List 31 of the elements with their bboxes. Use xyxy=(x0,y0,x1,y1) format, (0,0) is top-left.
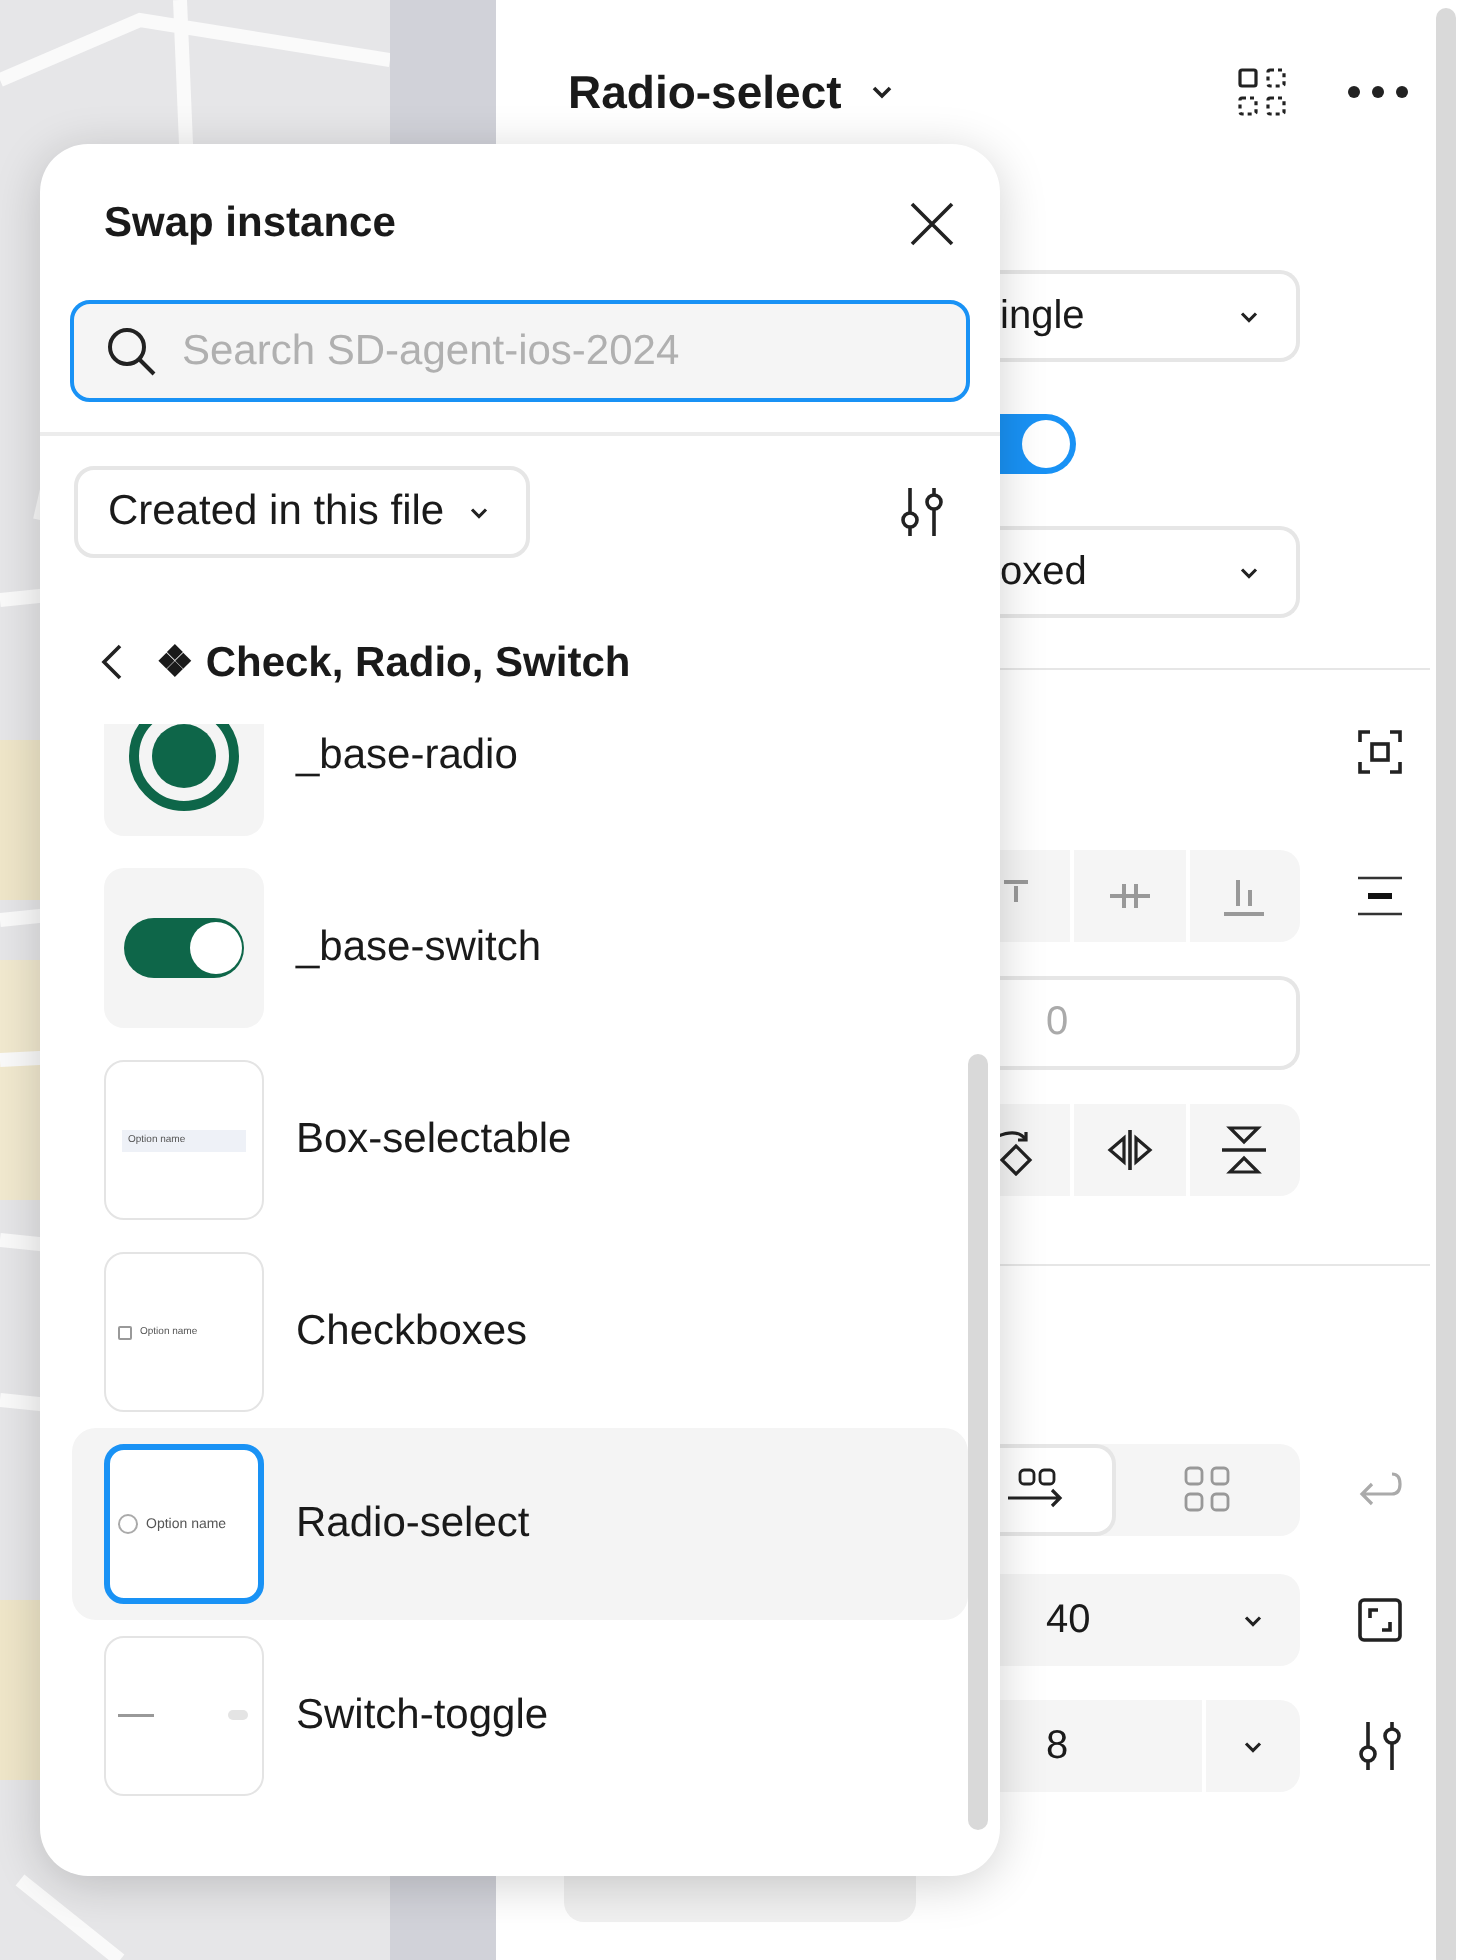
flip-horizontal-icon xyxy=(1103,1128,1156,1172)
align-bottom-button[interactable] xyxy=(1189,850,1300,942)
sliders-icon[interactable] xyxy=(896,486,948,538)
component-item[interactable]: _base-radio xyxy=(72,724,968,852)
flip-horizontal-button[interactable] xyxy=(1074,1104,1186,1196)
search-field[interactable]: Search SD-agent-ios-2024 xyxy=(70,300,970,402)
chevron-down-icon xyxy=(468,505,491,519)
flip-vertical-icon xyxy=(1220,1124,1269,1176)
scrollbar-thumb[interactable] xyxy=(1435,8,1455,1960)
filter-dropdown[interactable]: Created in this file xyxy=(74,466,531,558)
chevron-down-icon xyxy=(1242,1613,1264,1627)
dashed-grid-icon[interactable] xyxy=(1238,68,1286,116)
grid-icon xyxy=(1182,1464,1234,1516)
search-icon xyxy=(106,326,158,378)
breadcrumb-title: ❖ Check, Radio, Switch xyxy=(156,637,631,687)
resize-icon[interactable] xyxy=(1356,1596,1404,1644)
chevron-down-icon xyxy=(1242,1739,1264,1753)
chevron-down-icon xyxy=(1238,565,1260,579)
align-center-icon[interactable] xyxy=(1356,872,1404,920)
close-icon[interactable] xyxy=(910,202,954,246)
component-title: Radio-select xyxy=(568,65,842,119)
popup-title: Swap instance xyxy=(104,200,396,248)
chevron-down-icon[interactable] xyxy=(869,84,894,100)
align-middle-button[interactable] xyxy=(1074,850,1186,942)
back-icon[interactable] xyxy=(100,642,124,682)
sliders-icon[interactable] xyxy=(1356,1720,1404,1772)
chevron-down-icon xyxy=(1238,309,1260,323)
flip-vertical-button[interactable] xyxy=(1189,1104,1300,1196)
scrollbar-thumb[interactable] xyxy=(968,1054,988,1830)
more-icon[interactable] xyxy=(1346,84,1410,100)
focus-frame-icon[interactable] xyxy=(1356,728,1404,776)
